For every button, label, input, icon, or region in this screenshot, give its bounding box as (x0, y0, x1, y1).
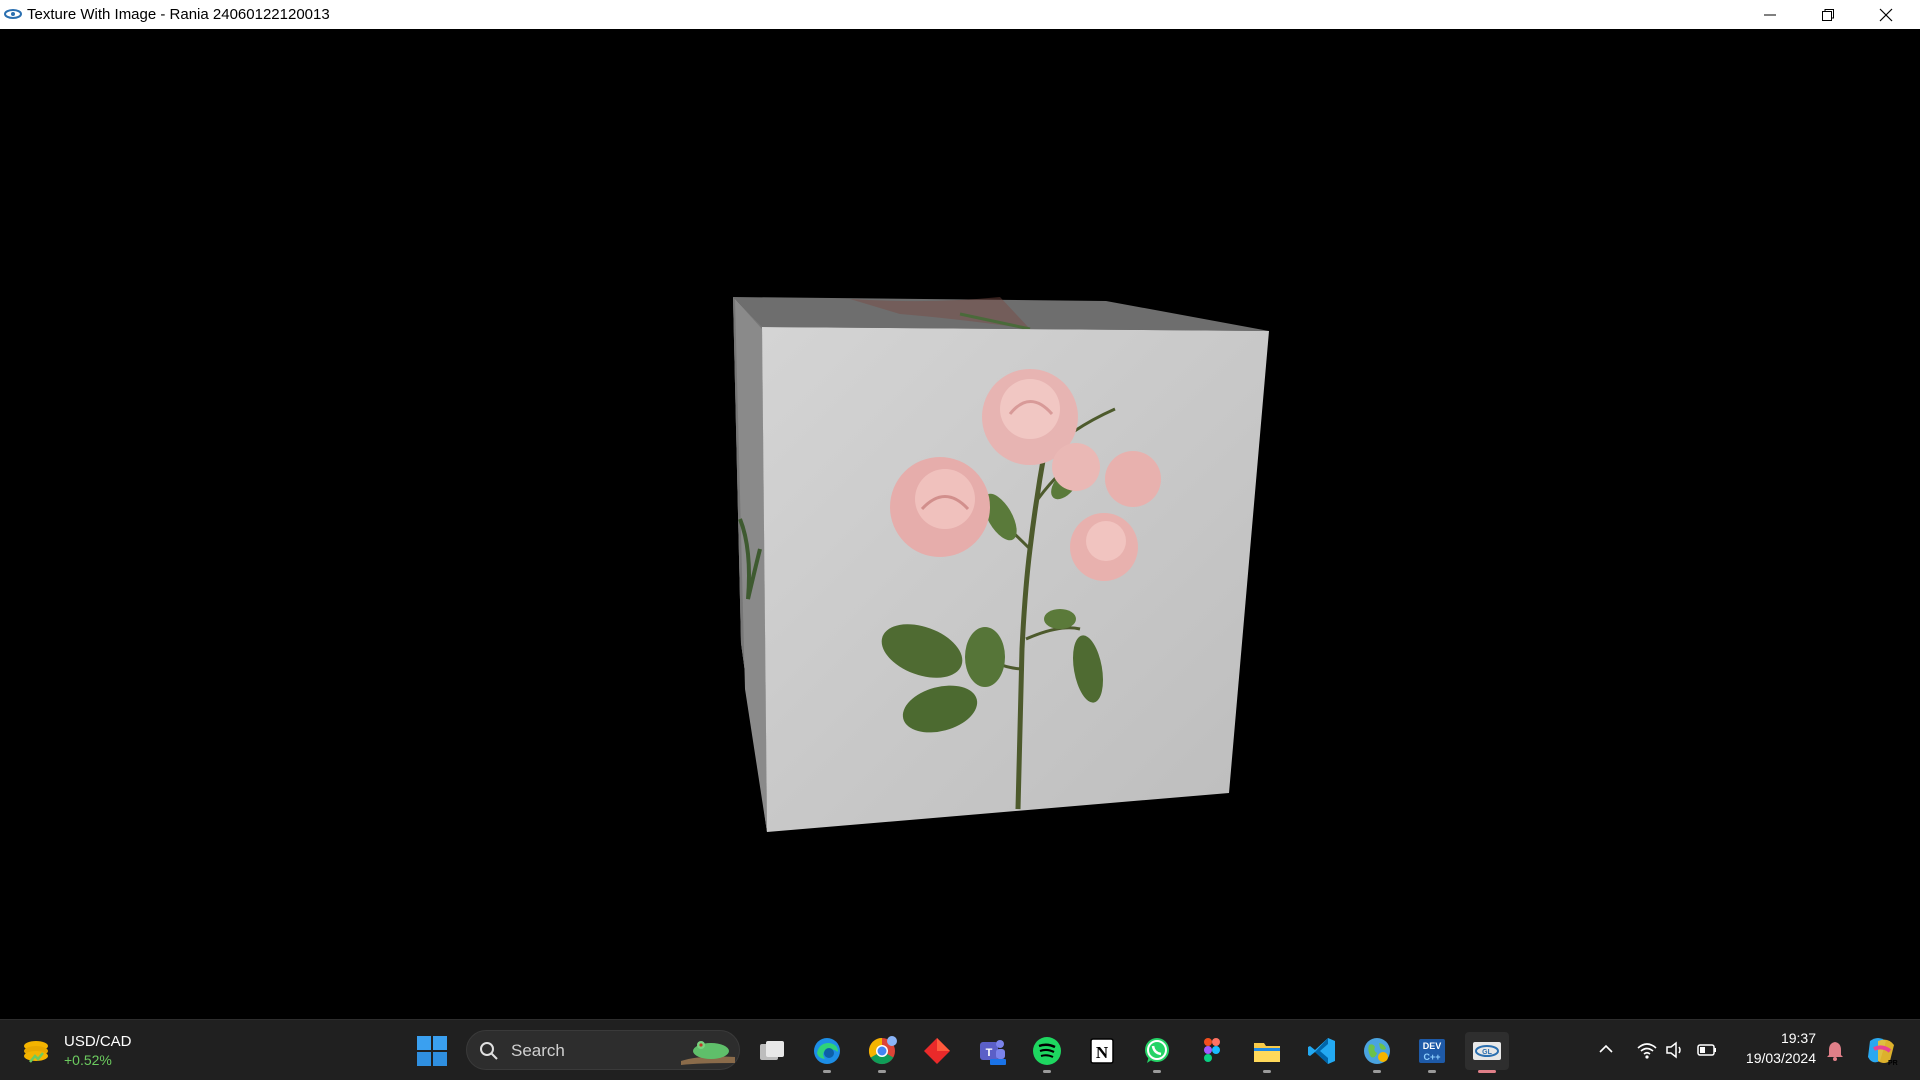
running-indicator (878, 1070, 886, 1073)
restore-icon (1822, 8, 1834, 21)
coins-icon (24, 1041, 48, 1063)
taskbar-devcpp[interactable]: DEV C++ (1412, 1032, 1452, 1073)
running-indicator (1263, 1070, 1271, 1073)
task-view-button[interactable] (752, 1032, 792, 1070)
frog-search-highlight-icon (681, 1041, 735, 1065)
widget-change: +0.52% (64, 1052, 112, 1068)
running-indicator (1373, 1070, 1381, 1073)
running-indicator (823, 1070, 831, 1073)
running-indicator (1428, 1070, 1436, 1073)
widget-title: USD/CAD (64, 1033, 132, 1050)
devcpp-icon: DEV C++ (1419, 1039, 1445, 1063)
taskbar-internet-globe[interactable] (1357, 1032, 1397, 1073)
copilot-icon[interactable]: PRE (1864, 1035, 1898, 1067)
opengl-app-icon (4, 9, 22, 19)
taskbar-whatsapp[interactable] (1137, 1032, 1177, 1073)
chrome-icon (868, 1036, 897, 1065)
taskbar-figma[interactable] (1192, 1032, 1232, 1070)
taskbar-search[interactable]: Search (466, 1030, 740, 1070)
minimize-button[interactable] (1741, 0, 1799, 29)
taskbar-opengl-app[interactable]: GL (1465, 1032, 1509, 1073)
anydo-icon (924, 1038, 950, 1064)
svg-text:GL: GL (1482, 1049, 1492, 1056)
notion-icon: N (1090, 1038, 1114, 1064)
running-indicator (1043, 1070, 1051, 1073)
teams-icon: T (980, 1040, 1006, 1065)
close-button[interactable] (1857, 0, 1915, 29)
taskbar: USD/CAD +0.52% Search T N DEV C++ GL 19:… (0, 1019, 1920, 1080)
opengl-viewport[interactable] (0, 29, 1920, 1019)
clock-time[interactable]: 19:37 (1736, 1030, 1816, 1046)
weather-finance-widget[interactable]: USD/CAD +0.52% (16, 1030, 156, 1072)
taskbar-edge[interactable] (807, 1032, 847, 1073)
spotify-icon (1033, 1037, 1061, 1065)
taskbar-anydo[interactable] (917, 1032, 957, 1070)
running-indicator (1153, 1070, 1161, 1073)
search-icon (480, 1042, 498, 1060)
minimize-icon (1764, 14, 1776, 15)
chevron-up-icon[interactable] (1597, 1040, 1615, 1058)
svg-text:PRE: PRE (1888, 1060, 1898, 1067)
battery-icon[interactable] (1696, 1040, 1718, 1060)
svg-text:C++: C++ (1423, 1052, 1440, 1062)
figma-icon (1204, 1038, 1220, 1062)
search-placeholder: Search (511, 1041, 565, 1060)
svg-text:DEV: DEV (1423, 1041, 1442, 1051)
clock-date[interactable]: 19/03/2024 (1736, 1050, 1816, 1066)
window-titlebar[interactable]: Texture With Image - Rania 2406012212001… (0, 0, 1920, 29)
file-explorer-icon (1254, 1043, 1280, 1062)
active-indicator (1478, 1070, 1496, 1073)
taskbar-notion[interactable]: N (1082, 1032, 1122, 1070)
taskbar-teams[interactable]: T (972, 1032, 1012, 1070)
taskbar-chrome[interactable] (862, 1032, 902, 1073)
edge-icon (814, 1038, 840, 1064)
internet-globe-icon (1364, 1038, 1390, 1064)
vscode-icon (1308, 1038, 1335, 1064)
taskbar-vscode[interactable] (1302, 1032, 1342, 1070)
taskbar-spotify[interactable] (1027, 1032, 1067, 1073)
close-icon (1879, 8, 1893, 21)
restore-button[interactable] (1799, 0, 1857, 29)
task-view-icon (760, 1041, 784, 1060)
window-title: Texture With Image - Rania 2406012212001… (27, 6, 330, 23)
textured-cube (733, 297, 1269, 832)
volume-icon[interactable] (1664, 1040, 1686, 1060)
windows-start-icon[interactable] (416, 1035, 448, 1067)
wifi-icon[interactable] (1636, 1040, 1658, 1060)
opengl-app-icon: GL (1473, 1042, 1501, 1060)
svg-text:N: N (1096, 1043, 1109, 1062)
svg-text:T: T (986, 1047, 993, 1059)
whatsapp-icon (1145, 1038, 1169, 1063)
taskbar-file-explorer[interactable] (1247, 1032, 1287, 1073)
notification-bell-icon[interactable] (1825, 1040, 1845, 1062)
